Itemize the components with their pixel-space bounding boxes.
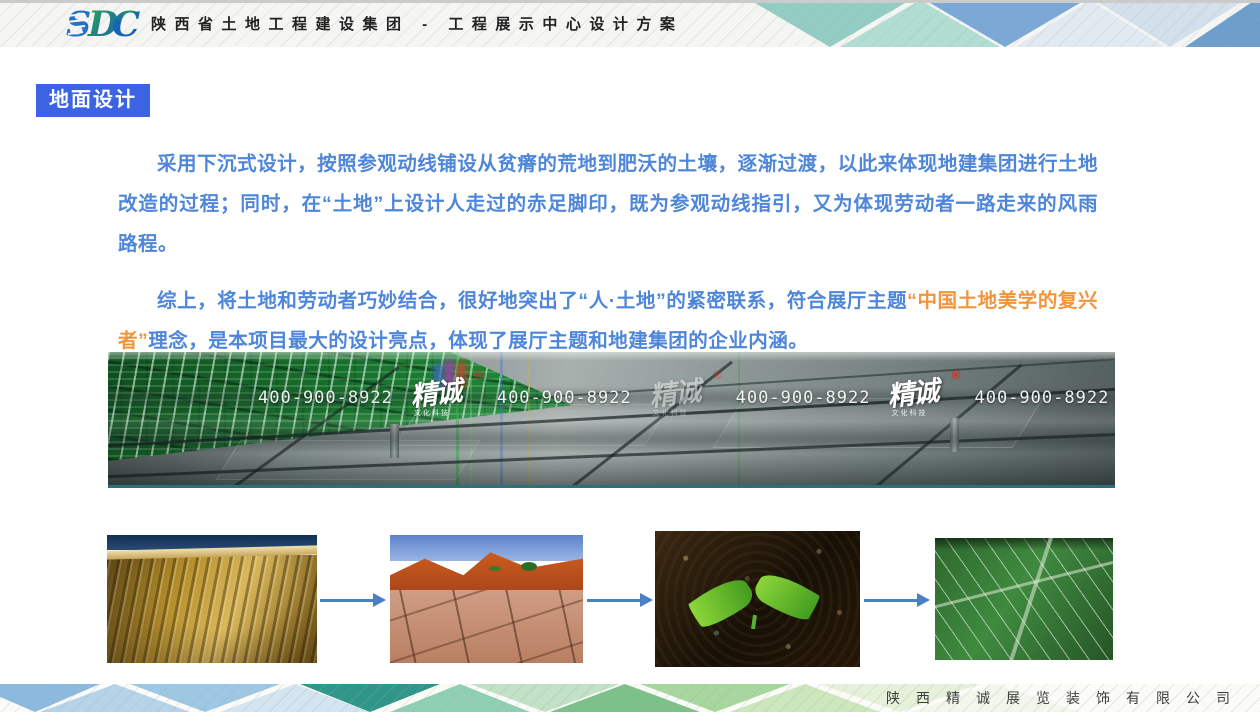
- sand-dune-texture: [107, 555, 317, 663]
- arrow-shaft: [864, 599, 917, 602]
- dark-soil-texture: [655, 531, 860, 667]
- header-bar: S D C 陕西省土地工程建设集团 - 工程展示中心设计方案: [0, 0, 1260, 47]
- watermark-brand-subtext: 文化科技: [414, 408, 450, 418]
- watermark-brand-subtext: 文化科技: [891, 408, 927, 418]
- watermark-brand: 精诚 ® 文化科技: [649, 372, 719, 418]
- flow-arrow-3: [864, 593, 930, 607]
- floor-design-render-image: 400-900-8922 精诚 ® 文化科技 400-900-8922 精诚 ®…: [108, 352, 1115, 488]
- arrow-head-icon: [373, 593, 386, 607]
- registered-mark-icon: ®: [713, 368, 722, 382]
- arrow-shaft: [320, 599, 373, 602]
- logo-letter-c: C: [112, 5, 140, 43]
- arrow-head-icon: [917, 593, 930, 607]
- photo-desert-sand: [107, 535, 317, 663]
- watermark-brand: 精诚 ® 文化科技: [410, 372, 480, 418]
- top-divider-line: [0, 0, 1260, 3]
- watermark-brand-subtext: 文化科技: [653, 408, 689, 418]
- watermark-phone: 400-900-8922: [974, 388, 1109, 408]
- flow-arrow-1: [320, 593, 386, 607]
- watermark-phone: 400-900-8922: [258, 388, 393, 408]
- cracked-ground-texture: [390, 590, 583, 663]
- footer-bar: 陕西精诚展览装饰有限公司: [0, 684, 1260, 712]
- registered-mark-icon: ®: [474, 368, 483, 382]
- flow-arrow-2: [587, 593, 653, 607]
- sdc-logo-icon: S D C: [66, 5, 142, 48]
- floor-support-post: [390, 424, 399, 458]
- registered-mark-icon: ®: [952, 368, 961, 382]
- photo-farmland: [935, 538, 1113, 660]
- body-text: 采用下沉式设计，按照参观动线铺设从贫瘠的荒地到肥沃的土壤，逐渐过渡，以此来体现地…: [118, 144, 1098, 378]
- company-name: 陕西精诚展览装饰有限公司: [886, 684, 1246, 712]
- slide-page: S D C 陕西省土地工程建设集团 - 工程展示中心设计方案 地面设计 采用下沉…: [0, 0, 1260, 712]
- page-title: 陕西省土地工程建设集团 - 工程展示中心设计方案: [151, 0, 683, 47]
- watermark-row: 400-900-8922 精诚 ® 文化科技 400-900-8922 精诚 ®…: [258, 372, 1109, 418]
- floor-support-post: [950, 418, 959, 452]
- watermark-brand: 精诚 ® 文化科技: [887, 372, 957, 418]
- watermark-phone: 400-900-8922: [497, 388, 632, 408]
- paragraph-1-text: 采用下沉式设计，按照参观动线铺设从贫瘠的荒地到肥沃的土壤，逐渐过渡，以此来体现地…: [118, 153, 1098, 255]
- photo-seedling: [655, 531, 860, 667]
- paragraph-2: 综上，将土地和劳动者巧妙结合，很好地突出了“人·土地”的紧密联系，符合展厅主题“…: [118, 281, 1098, 361]
- paragraph-2-text-after: 理念，是本项目最大的设计亮点，体现了展厅主题和地建集团的企业内涵。: [148, 330, 808, 352]
- arrow-head-icon: [640, 593, 653, 607]
- paragraph-1: 采用下沉式设计，按照参观动线铺设从贫瘠的荒地到肥沃的土壤，逐渐过渡，以此来体现地…: [118, 144, 1098, 264]
- section-badge: 地面设计: [36, 84, 150, 117]
- small-tree: [521, 562, 537, 571]
- arrow-shaft: [587, 599, 640, 602]
- photo-cracked-earth: [390, 535, 583, 663]
- watermark-phone: 400-900-8922: [736, 388, 871, 408]
- paragraph-2-text: 综上，将土地和劳动者巧妙结合，很好地突出了“人·土地”的紧密联系，符合展厅主题: [157, 290, 907, 312]
- glass-floor-panel: [216, 440, 481, 480]
